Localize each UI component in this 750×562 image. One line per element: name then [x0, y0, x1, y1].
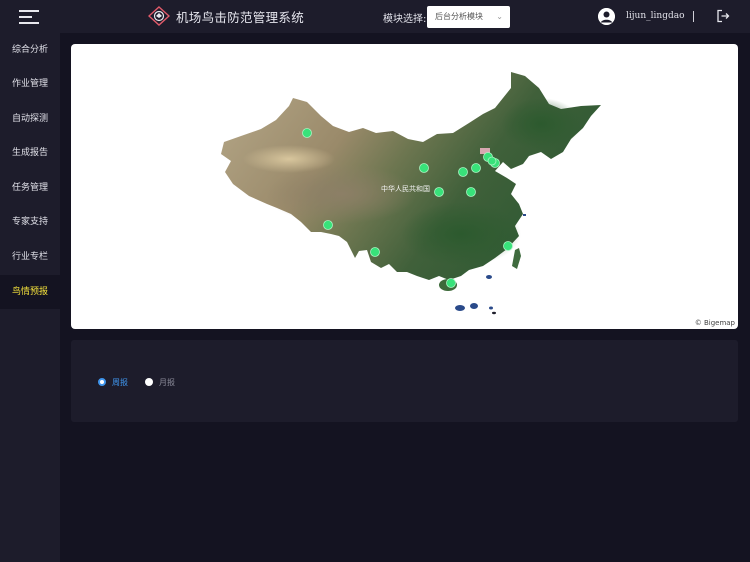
airport-marker[interactable] [458, 167, 468, 177]
map-attribution[interactable]: © Bigemap [695, 319, 735, 327]
china-satellite-map[interactable]: 中华人民共和国 [71, 44, 738, 329]
top-bar: 机场鸟击防范管理系统 模块选择: 后台分析模块 ⌄ lijun_lingdao [0, 0, 750, 33]
country-label: 中华人民共和国 [381, 184, 430, 193]
island-shape [470, 303, 478, 309]
sidebar: 综合分析 作业管理 自动探测 生成报告 任务管理 专家支持 行业专栏 鸟情预报 [0, 33, 60, 562]
module-select-value: 后台分析模块 [435, 12, 483, 21]
monthly-report-label: 月报 [159, 377, 175, 387]
airport-marker[interactable] [466, 187, 476, 197]
map-panel[interactable]: 中华人民共和国 © Bigemap [71, 44, 738, 329]
sidebar-item-industry-column[interactable]: 行业专栏 [0, 240, 60, 274]
airport-marker[interactable] [419, 163, 429, 173]
menu-toggle-icon[interactable] [19, 9, 41, 25]
sidebar-item-task-management[interactable]: 任务管理 [0, 171, 60, 205]
airport-marker[interactable] [323, 220, 333, 230]
airport-marker[interactable] [370, 247, 380, 257]
report-panel: 周报 月报 [71, 340, 738, 422]
airport-marker[interactable] [503, 241, 513, 251]
sidebar-item-comprehensive-analysis[interactable]: 综合分析 [0, 33, 60, 67]
sidebar-item-operation-management[interactable]: 作业管理 [0, 67, 60, 101]
island-shape [489, 306, 493, 310]
weekly-report-radio[interactable]: 周报 [98, 376, 128, 388]
user-avatar-icon[interactable] [598, 8, 615, 25]
sidebar-item-expert-support[interactable]: 专家支持 [0, 205, 60, 239]
island-shape [523, 214, 526, 216]
weekly-report-label: 周报 [112, 377, 128, 387]
airport-marker[interactable] [487, 156, 497, 166]
sidebar-item-generate-report[interactable]: 生成报告 [0, 136, 60, 170]
app-title: 机场鸟击防范管理系统 [176, 9, 305, 25]
island-shape [455, 305, 465, 311]
island-shape [492, 311, 496, 315]
module-select-label: 模块选择: [383, 14, 427, 25]
brand: 机场鸟击防范管理系统 [148, 6, 304, 26]
monthly-report-radio[interactable]: 月报 [145, 376, 175, 388]
airport-marker[interactable] [446, 278, 456, 288]
sidebar-item-auto-detection[interactable]: 自动探测 [0, 102, 60, 136]
header-divider [693, 11, 694, 22]
northeast-forest-region [501, 98, 581, 150]
plateau-region [266, 164, 416, 224]
sidebar-item-bird-forecast[interactable]: 鸟情预报 [0, 275, 60, 309]
username: lijun_lingdao [626, 11, 685, 21]
radio-checked-icon [98, 378, 106, 386]
app-logo-icon [148, 6, 170, 26]
logout-icon[interactable] [716, 9, 730, 23]
airport-marker[interactable] [471, 163, 481, 173]
module-select[interactable]: 后台分析模块 ⌄ [427, 6, 510, 28]
chevron-down-icon: ⌄ [496, 12, 503, 21]
island-shape [486, 275, 492, 279]
radio-unchecked-icon [145, 378, 153, 386]
forest-region [401, 202, 521, 266]
airport-marker[interactable] [434, 187, 444, 197]
airport-marker[interactable] [302, 128, 312, 138]
taiwan-shape [512, 248, 521, 269]
